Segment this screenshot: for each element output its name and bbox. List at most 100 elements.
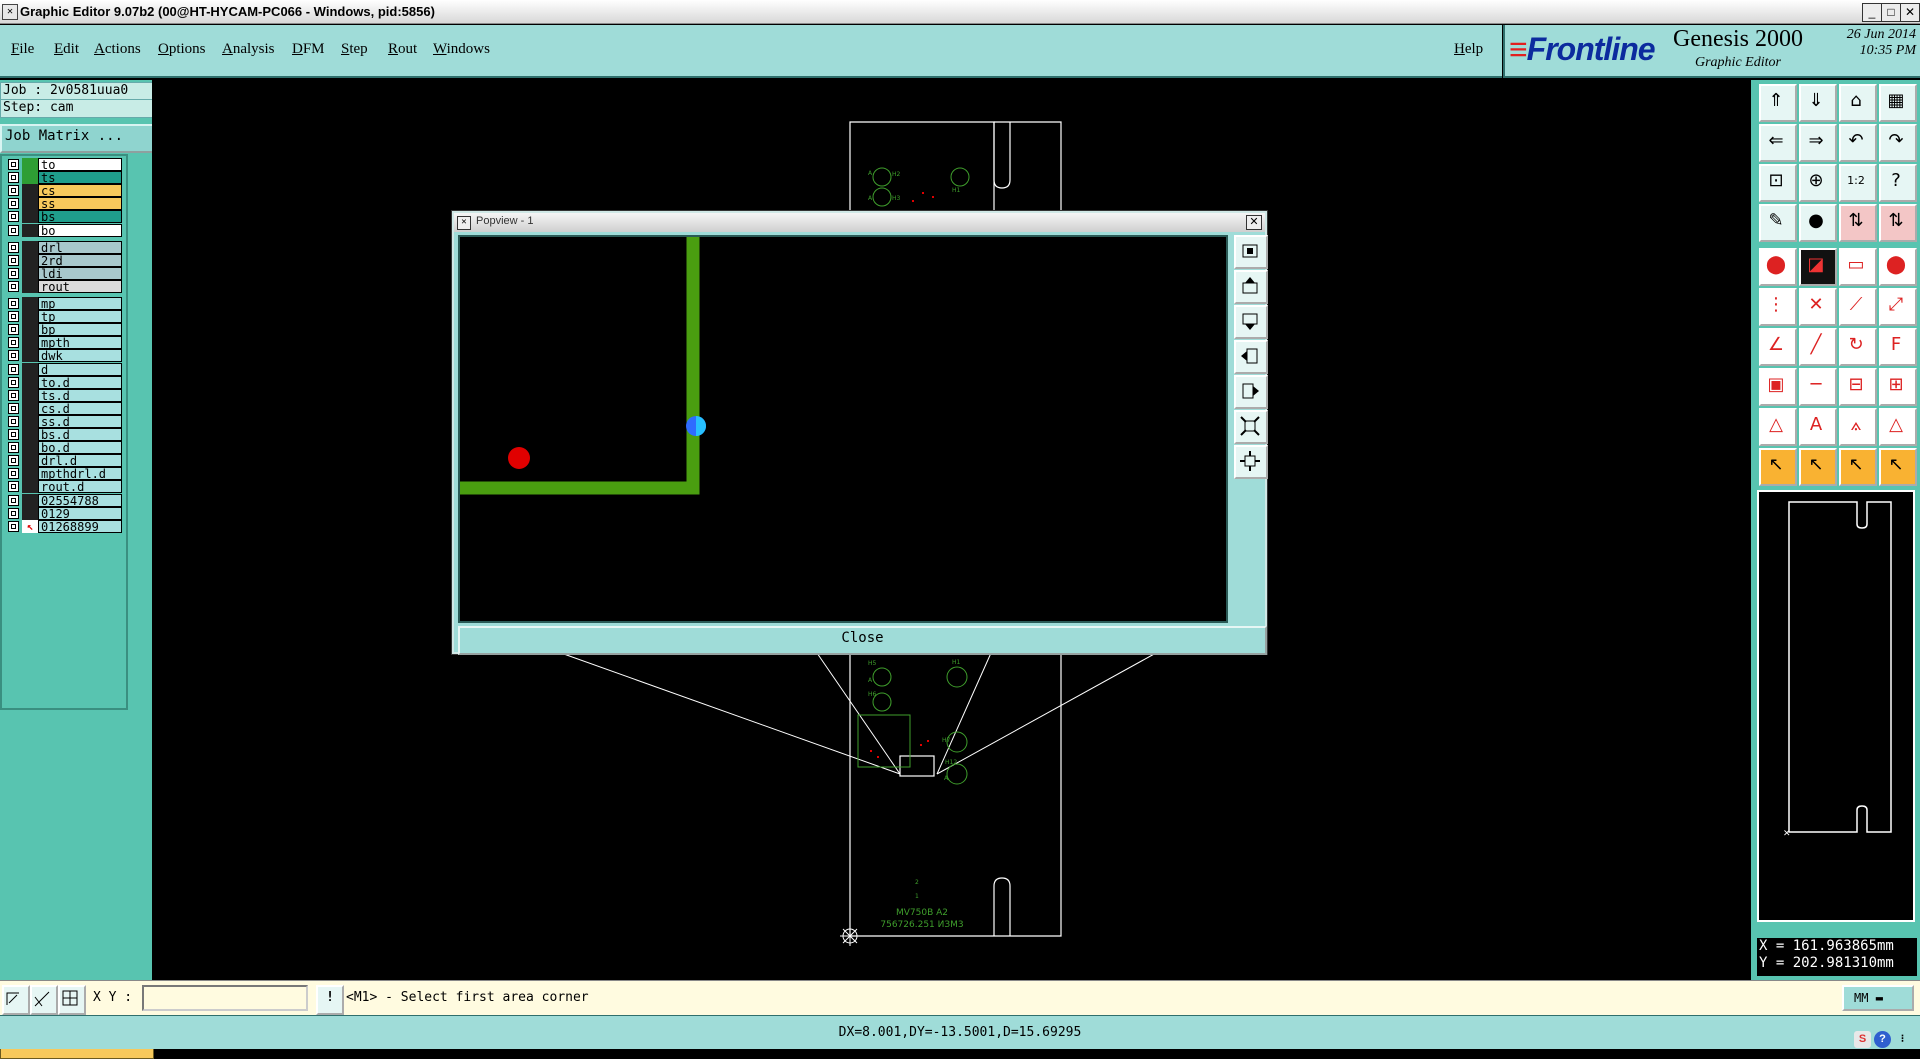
home-icon[interactable]: ⌂ xyxy=(1839,84,1877,122)
layer-checkbox[interactable] xyxy=(8,298,19,309)
measure-ruler-icon[interactable]: ▭ xyxy=(1839,248,1877,286)
popview-dialog[interactable]: ✕ Popview - 1 ✕ Close xyxy=(452,211,1268,655)
layer-checkbox[interactable] xyxy=(8,350,19,362)
snap-mode-icon[interactable] xyxy=(2,985,30,1015)
layer-checkbox[interactable] xyxy=(8,389,19,401)
execute-button[interactable]: ! xyxy=(316,985,344,1015)
zoom-fit-icon[interactable]: ⊡ xyxy=(1759,164,1797,202)
redo-step-icon[interactable]: ↷ xyxy=(1879,124,1917,162)
layer-checkbox[interactable] xyxy=(8,494,19,506)
triangle-t-icon[interactable]: ⟑ xyxy=(1839,408,1877,446)
popview-pan-up-icon[interactable] xyxy=(1234,270,1268,304)
menu-rout[interactable]: Rout xyxy=(388,41,417,58)
circle-pad-icon[interactable]: ⬤ xyxy=(1879,248,1917,286)
popview-canvas[interactable] xyxy=(458,235,1228,623)
layer-row[interactable]: ss.d xyxy=(4,414,122,429)
probe-icon[interactable]: ● xyxy=(1799,204,1837,242)
job-matrix-button[interactable]: Job Matrix ... xyxy=(0,124,155,153)
layer-row[interactable]: bo.d xyxy=(4,441,122,455)
layer-checkbox[interactable] xyxy=(8,429,19,440)
menu-dfm[interactable]: DFM xyxy=(292,41,325,58)
layer-row[interactable]: to.d xyxy=(4,375,122,390)
move-left-icon[interactable]: ⇐ xyxy=(1759,124,1797,162)
layer-checkbox[interactable] xyxy=(8,442,19,454)
layer-checkbox[interactable] xyxy=(8,468,19,480)
menu-actions[interactable]: Actions xyxy=(94,41,141,58)
pointer-multi-icon[interactable]: ↖ xyxy=(1879,448,1917,486)
layer-row[interactable]: 02554788 xyxy=(4,493,122,508)
select-polygon-icon[interactable]: ◪ xyxy=(1799,248,1837,286)
add-pad-icon[interactable]: ▣ xyxy=(1759,368,1797,406)
layer-checkbox[interactable] xyxy=(8,507,19,519)
layer-checkbox[interactable] xyxy=(8,363,19,375)
layer-checkbox[interactable] xyxy=(8,324,19,336)
layer-checkbox[interactable] xyxy=(8,254,19,266)
layer-row[interactable]: cs xyxy=(4,184,122,198)
query-icon[interactable]: ? xyxy=(1879,164,1917,202)
layer-checkbox[interactable] xyxy=(8,172,19,184)
layer-row[interactable]: drl.d xyxy=(4,454,122,468)
measure-icon[interactable] xyxy=(30,985,58,1015)
layer-checkbox[interactable] xyxy=(8,185,19,197)
layer-row[interactable]: ldi xyxy=(4,266,122,281)
popview-zoom-out-icon[interactable] xyxy=(1234,410,1268,444)
layer-checkbox[interactable] xyxy=(8,520,19,532)
layer-row[interactable]: ts.d xyxy=(4,388,122,403)
layer-checkbox[interactable] xyxy=(8,198,19,210)
layer-checkbox[interactable] xyxy=(8,159,19,170)
popview-close-x-button[interactable]: ✕ xyxy=(1246,215,1262,230)
layer-checkbox[interactable] xyxy=(8,337,19,349)
layer-checkbox[interactable] xyxy=(8,241,19,253)
layer-checkbox[interactable] xyxy=(8,224,19,236)
window-titlebar[interactable]: ✕ Graphic Editor 9.07b2 (00@HT-HYCAM-PC0… xyxy=(0,0,1920,24)
layer-row[interactable]: d xyxy=(4,362,122,377)
connect-icon[interactable]: ⋮ xyxy=(1759,288,1797,326)
layer-down-icon[interactable]: ⇓ xyxy=(1799,84,1837,122)
popview-close-button[interactable]: Close xyxy=(458,626,1267,655)
cross-icon[interactable]: ✕ xyxy=(1799,288,1837,326)
popview-pan-right-icon[interactable] xyxy=(1234,375,1268,409)
triangle-s-icon[interactable]: △ xyxy=(1879,408,1917,446)
menu-file[interactable]: File xyxy=(11,41,34,58)
layer-row[interactable]: mpth xyxy=(4,336,122,350)
line-snap-icon[interactable]: ⟋ xyxy=(1839,288,1877,326)
layer-row[interactable]: bp xyxy=(4,323,122,337)
group-icon[interactable]: ⊞ xyxy=(1879,368,1917,406)
menu-options[interactable]: Options xyxy=(158,41,206,58)
pointer-box-icon[interactable]: ↖ xyxy=(1799,448,1837,486)
net-up-icon[interactable]: ⇅ xyxy=(1839,204,1877,242)
layer-row[interactable]: mpthdrl.d xyxy=(4,467,122,481)
rotate-icon[interactable]: ↻ xyxy=(1839,328,1877,366)
popview-titlebar[interactable]: ✕ Popview - 1 ✕ xyxy=(454,213,1265,232)
layer-row[interactable]: bs.d xyxy=(4,428,122,442)
layer-checkbox[interactable] xyxy=(8,211,19,223)
pad-icon[interactable]: ⬤ xyxy=(1759,248,1797,286)
layer-row[interactable]: rout xyxy=(4,279,122,294)
layer-row[interactable]: to xyxy=(4,158,122,172)
layer-row[interactable]: cs.d xyxy=(4,401,122,416)
slash-icon[interactable]: ╱ xyxy=(1799,328,1837,366)
layer-checkbox[interactable] xyxy=(8,455,19,467)
layer-row[interactable]: dwk xyxy=(4,349,122,363)
layer-checkbox[interactable] xyxy=(8,376,19,388)
layer-checkbox[interactable] xyxy=(8,311,19,323)
layer-checkbox[interactable] xyxy=(8,481,19,493)
layer-row[interactable]: rout.d xyxy=(4,480,122,494)
layer-row[interactable]: ss xyxy=(4,197,122,211)
layer-checkbox[interactable] xyxy=(8,415,19,427)
line-icon[interactable]: ─ xyxy=(1799,368,1837,406)
move-right-icon[interactable]: ⇒ xyxy=(1799,124,1837,162)
arc-snap-icon[interactable]: ⤢ xyxy=(1879,288,1917,326)
tray-s-icon[interactable]: S xyxy=(1854,1031,1871,1048)
popview-pan-down-icon[interactable] xyxy=(1234,305,1268,339)
net-down-icon[interactable]: ⇅ xyxy=(1879,204,1917,242)
tray-menu-icon[interactable]: ⁝ xyxy=(1894,1031,1911,1048)
menu-edit[interactable]: Edit xyxy=(54,41,79,58)
layer-up-icon[interactable]: ⇑ xyxy=(1759,84,1797,122)
triangle-a-icon[interactable]: A xyxy=(1799,408,1837,446)
pointer-icon[interactable]: ↖ xyxy=(1759,448,1797,486)
dimension-icon[interactable]: ⊟ xyxy=(1839,368,1877,406)
menu-windows[interactable]: Windows xyxy=(433,41,490,58)
menu-analysis[interactable]: Analysis xyxy=(222,41,275,58)
tray-help-icon[interactable]: ? xyxy=(1874,1031,1891,1048)
